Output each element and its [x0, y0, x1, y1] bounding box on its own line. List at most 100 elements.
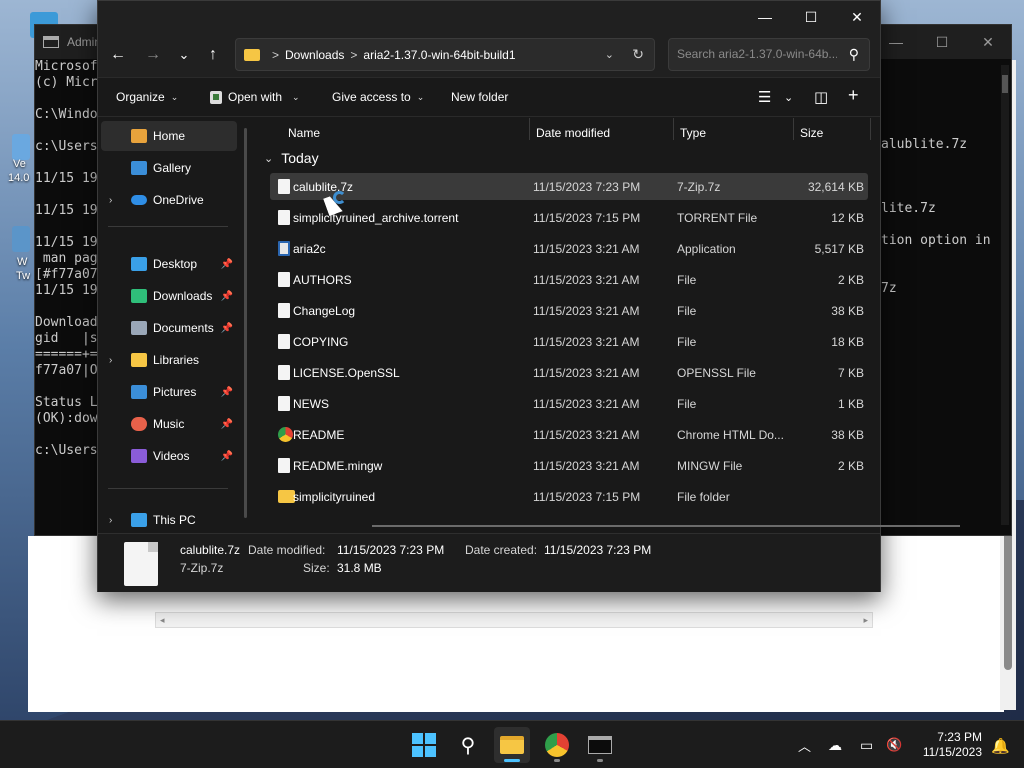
sidebar-item-desktop[interactable]: Desktop 📌: [101, 249, 237, 279]
pin-icon[interactable]: 📌: [221, 291, 233, 302]
chevron-down-icon[interactable]: ⌄: [784, 91, 793, 104]
file-row[interactable]: LICENSE.OpenSSL 11/15/2023 3:21 AM OPENSSL…: [270, 359, 868, 386]
sidebar-item-gallery[interactable]: Gallery: [101, 153, 237, 183]
column-divider[interactable]: [529, 118, 530, 140]
search-button[interactable]: ⚲: [450, 727, 486, 763]
terminal-line: man pag: [35, 251, 98, 266]
file-explorer-taskbar-button[interactable]: [494, 727, 530, 763]
file-explorer-window[interactable]: — ☐ ✕ ← → ⌄ ↑ > Downloads > aria2-1.37.0…: [97, 0, 960, 592]
new-folder-button[interactable]: New folder: [451, 90, 508, 104]
scroll-thumb[interactable]: [1002, 75, 1008, 93]
explorer-titlebar[interactable]: — ☐ ✕: [98, 1, 880, 33]
maximize-icon[interactable]: ☐: [788, 1, 834, 33]
file-type: Application: [677, 242, 736, 256]
open-with-button[interactable]: Open with ⌄: [210, 90, 300, 104]
search-box[interactable]: ⚲: [668, 38, 870, 71]
pin-icon[interactable]: 📌: [221, 259, 233, 270]
details-pane-icon[interactable]: ◫: [814, 88, 828, 106]
sidebar-item-videos[interactable]: Videos 📌: [101, 441, 237, 471]
search-input[interactable]: [677, 47, 837, 61]
start-button[interactable]: [406, 727, 442, 763]
maximize-icon[interactable]: ☐: [919, 25, 965, 59]
pin-icon[interactable]: 📌: [221, 451, 233, 462]
forward-button[interactable]: →: [139, 41, 167, 69]
close-icon[interactable]: ✕: [834, 1, 880, 33]
chevron-down-icon[interactable]: ⌄: [605, 48, 614, 61]
column-header-name[interactable]: Name: [288, 126, 320, 140]
close-icon[interactable]: ✕: [965, 25, 1011, 59]
details-filename: calublite.7z: [180, 543, 241, 557]
column-divider[interactable]: [673, 118, 674, 140]
system-clock[interactable]: 7:23 PM 11/15/2023: [923, 730, 982, 760]
breadcrumb-downloads[interactable]: Downloads: [285, 48, 344, 62]
navigation-scrollbar[interactable]: [244, 128, 247, 518]
column-header-date[interactable]: Date modified: [536, 126, 610, 140]
add-icon[interactable]: +: [848, 85, 859, 106]
file-type: 7-Zip.7z: [677, 180, 721, 194]
file-row[interactable]: aria2c 11/15/2023 3:21 AM Application 5,517…: [270, 235, 868, 262]
details-modified-value: 11/15/2023 7:23 PM: [337, 543, 445, 557]
column-header-type[interactable]: Type: [680, 126, 706, 140]
minimize-icon[interactable]: —: [742, 1, 788, 33]
file-type: OPENSSL File: [677, 366, 756, 380]
column-divider[interactable]: [870, 118, 871, 140]
desktop-shortcut-icon[interactable]: [12, 226, 30, 252]
recent-locations-button[interactable]: ⌄: [170, 41, 198, 69]
chevron-right-icon[interactable]: ›: [109, 355, 112, 366]
chevron-down-icon[interactable]: ⌄: [264, 152, 273, 165]
file-row[interactable]: AUTHORS 11/15/2023 3:21 AM File 2 KB: [270, 266, 868, 293]
notification-bell-icon[interactable]: 🔔: [991, 737, 1010, 755]
sidebar-item-libraries[interactable]: › Libraries: [101, 345, 237, 375]
onedrive-tray-icon[interactable]: ☁: [828, 721, 842, 768]
show-hidden-icons-icon[interactable]: ︿: [798, 721, 811, 768]
breadcrumb-current-folder[interactable]: aria2-1.37.0-win-64bit-build1: [363, 48, 515, 62]
scroll-left-icon[interactable]: ◂: [160, 615, 165, 626]
file-size: 7 KB: [837, 366, 864, 380]
give-access-button[interactable]: Give access to ⌄: [332, 90, 424, 104]
file-row[interactable]: COPYING 11/15/2023 3:21 AM File 18 KB: [270, 328, 868, 355]
sidebar-item-this-pc[interactable]: › This PC: [101, 505, 237, 535]
chevron-right-icon[interactable]: ›: [109, 195, 112, 206]
file-row[interactable]: ChangeLog 11/15/2023 3:21 AM File 38 KB: [270, 297, 868, 324]
pin-icon[interactable]: 📌: [221, 387, 233, 398]
up-button[interactable]: ↑: [199, 41, 227, 69]
sidebar-item-documents[interactable]: Documents 📌: [101, 313, 237, 343]
volume-muted-icon[interactable]: 🔇: [886, 721, 902, 768]
file-row[interactable]: calublite.7z 11/15/2023 7:23 PM 7-Zip.7z 32…: [270, 173, 868, 200]
chevron-right-icon[interactable]: ›: [109, 515, 112, 526]
file-type: MINGW File: [677, 459, 743, 473]
refresh-icon[interactable]: ↻: [632, 46, 644, 63]
sidebar-item-onedrive[interactable]: › OneDrive: [101, 185, 237, 215]
file-row[interactable]: simplicityruined 11/15/2023 7:15 PM File f…: [270, 483, 868, 510]
back-button[interactable]: ←: [104, 41, 132, 69]
scroll-right-icon[interactable]: ▸: [863, 615, 868, 626]
background-horizontal-scrollbar[interactable]: ◂ ▸: [155, 612, 873, 628]
file-row[interactable]: NEWS 11/15/2023 3:21 AM File 1 KB: [270, 390, 868, 417]
file-list-scrollbar[interactable]: [372, 525, 960, 527]
terminal-taskbar-button[interactable]: [582, 727, 618, 763]
display-tray-icon[interactable]: ▭: [860, 721, 873, 768]
column-header-size[interactable]: Size: [800, 126, 823, 140]
terminal-scrollbar[interactable]: [1001, 65, 1009, 525]
view-options-icon[interactable]: ☰: [758, 88, 771, 106]
file-row[interactable]: README 11/15/2023 3:21 AM Chrome HTML Do..…: [270, 421, 868, 448]
organize-button[interactable]: Organize ⌄: [116, 90, 178, 104]
desktop-label: Tw: [16, 270, 31, 282]
group-header-today[interactable]: ⌄ Today: [264, 150, 319, 166]
chrome-taskbar-button[interactable]: [539, 727, 575, 763]
sidebar-item-home[interactable]: Home: [101, 121, 237, 151]
sidebar-item-label: Documents: [153, 321, 214, 335]
address-bar[interactable]: > Downloads > aria2-1.37.0-win-64bit-bui…: [235, 38, 655, 71]
sidebar-item-downloads[interactable]: Downloads 📌: [101, 281, 237, 311]
terminal-icon: [43, 36, 59, 48]
pin-icon[interactable]: 📌: [221, 419, 233, 430]
file-row[interactable]: README.mingw 11/15/2023 3:21 AM MINGW File…: [270, 452, 868, 479]
sidebar-item-music[interactable]: Music 📌: [101, 409, 237, 439]
pin-icon[interactable]: 📌: [221, 323, 233, 334]
column-divider[interactable]: [793, 118, 794, 140]
search-icon[interactable]: ⚲: [849, 46, 859, 63]
desktop-shortcut-icon[interactable]: [12, 134, 30, 160]
sidebar-item-pictures[interactable]: Pictures 📌: [101, 377, 237, 407]
file-row[interactable]: simplicityruined_archive.torrent 11/15/20…: [270, 204, 868, 231]
